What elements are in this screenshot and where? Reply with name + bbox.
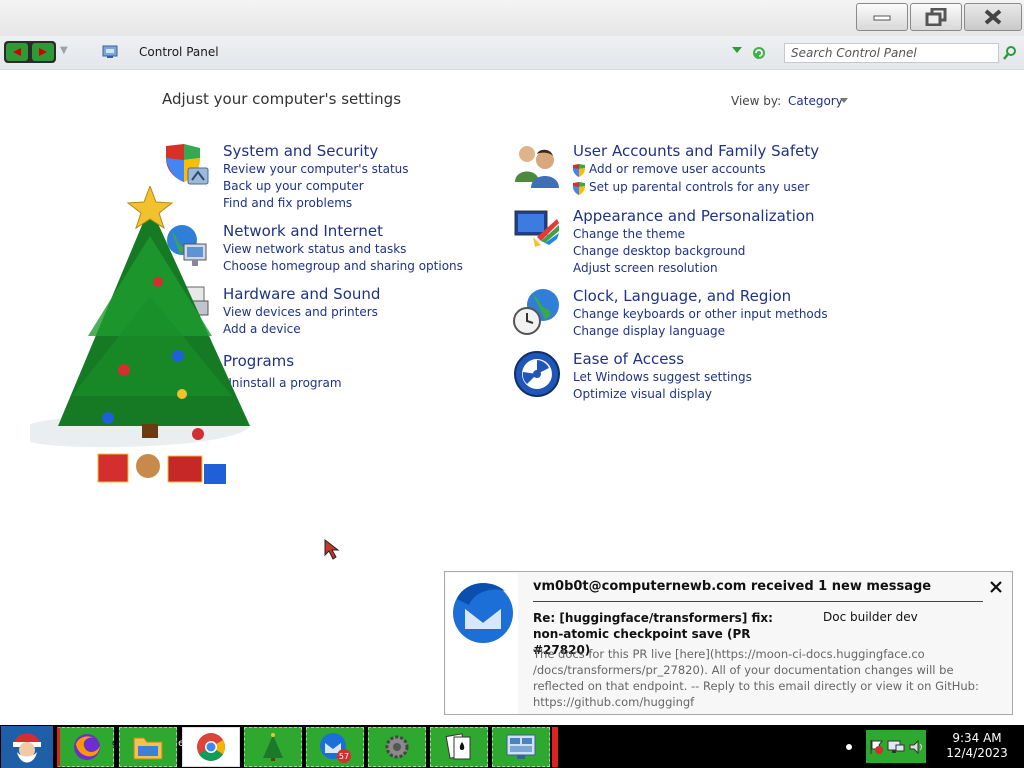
forward-arrow-icon bbox=[39, 48, 47, 56]
shield-icon bbox=[166, 144, 209, 185]
taskbar-settings-gear[interactable] bbox=[368, 727, 426, 767]
category-title-clock-language[interactable]: Clock, Language, and Region bbox=[573, 287, 791, 305]
clock-date: 12/4/2023 bbox=[946, 746, 1008, 760]
clock-time: 9:34 AM bbox=[952, 731, 1002, 745]
mouse-cursor-icon bbox=[324, 539, 340, 560]
link-homegroup[interactable]: Choose homegroup and sharing options bbox=[223, 259, 463, 273]
control-panel-icon bbox=[102, 45, 118, 62]
view-by-dropdown[interactable]: Category bbox=[788, 94, 843, 108]
tray-dot-icon bbox=[846, 744, 852, 750]
network-icon[interactable] bbox=[887, 739, 905, 755]
shield-icon bbox=[573, 164, 585, 177]
folder-icon bbox=[133, 737, 163, 760]
taskbar-chrome[interactable] bbox=[182, 727, 240, 767]
link-desktop-background[interactable]: Change desktop background bbox=[573, 244, 745, 258]
taskbar-partial-label: g bbox=[112, 738, 119, 749]
category-title-appearance[interactable]: Appearance and Personalization bbox=[573, 207, 815, 225]
notification-sender: Doc builder dev bbox=[823, 610, 918, 624]
minimize-icon bbox=[873, 15, 891, 21]
restore-icon bbox=[925, 8, 947, 26]
taskbar-christmas-tree[interactable] bbox=[244, 727, 302, 767]
mail-notification-popup[interactable]: vm0b0t@computernewb.com received 1 new m… bbox=[444, 571, 1013, 715]
link-parental-controls[interactable]: Set up parental controls for any user bbox=[589, 180, 809, 194]
breadcrumb[interactable]: Control Panel bbox=[139, 45, 219, 59]
notification-icon-area bbox=[446, 573, 518, 714]
category-title-system-security[interactable]: System and Security bbox=[223, 142, 378, 160]
minimize-button[interactable] bbox=[856, 3, 908, 31]
christmas-tree-icon bbox=[263, 733, 283, 761]
notification-body: The docs for this PR live [here](https:/… bbox=[533, 647, 979, 709]
title-bar bbox=[0, 0, 1024, 36]
page-title: Adjust your computer's settings bbox=[162, 90, 402, 108]
close-icon bbox=[984, 9, 1002, 25]
nav-buttons bbox=[4, 41, 56, 63]
taskbar-control-panel[interactable] bbox=[492, 727, 550, 767]
search-input[interactable]: Search Control Panel bbox=[784, 43, 999, 63]
action-center-flag-icon[interactable] bbox=[868, 739, 884, 755]
thunderbird-icon: 57 bbox=[320, 733, 351, 763]
users-icon bbox=[515, 146, 559, 188]
clock-globe-icon bbox=[513, 289, 559, 335]
back-arrow-icon bbox=[13, 48, 21, 56]
santa-start-icon bbox=[13, 733, 41, 763]
playing-cards-icon bbox=[445, 733, 471, 760]
refresh-icon bbox=[753, 47, 765, 59]
christmas-tree-decoration-icon bbox=[30, 186, 250, 484]
taskbar-explorer[interactable] bbox=[119, 727, 177, 767]
shield-icon bbox=[573, 182, 585, 195]
link-add-remove-users[interactable]: Add or remove user accounts bbox=[589, 162, 766, 176]
taskbar-edge-marker bbox=[552, 727, 558, 767]
taskbar-solitaire[interactable] bbox=[430, 727, 488, 767]
gear-icon bbox=[385, 735, 409, 759]
start-button[interactable] bbox=[1, 726, 53, 768]
divider bbox=[533, 601, 983, 602]
firefox-icon bbox=[73, 734, 100, 760]
view-by-label: View by: bbox=[731, 94, 782, 108]
search-icon[interactable] bbox=[1003, 45, 1017, 64]
chrome-icon bbox=[197, 733, 225, 761]
close-window-button[interactable] bbox=[964, 3, 1022, 31]
back-button[interactable] bbox=[6, 43, 28, 61]
refresh-button[interactable] bbox=[751, 45, 767, 64]
chevron-down-icon[interactable] bbox=[840, 98, 848, 103]
link-screen-resolution[interactable]: Adjust screen resolution bbox=[573, 261, 718, 275]
system-clock[interactable]: 9:34 AM 12/4/2023 bbox=[942, 731, 1012, 761]
link-review-status[interactable]: Review your computer's status bbox=[223, 162, 409, 176]
volume-icon[interactable] bbox=[908, 739, 924, 755]
taskbar-firefox[interactable] bbox=[57, 727, 114, 767]
taskbar-mail[interactable]: 57 bbox=[306, 727, 364, 767]
restore-button[interactable] bbox=[910, 3, 962, 31]
category-title-ease-of-access[interactable]: Ease of Access bbox=[573, 350, 684, 368]
mail-badge-count: 57 bbox=[339, 752, 349, 761]
link-display-language[interactable]: Change display language bbox=[573, 324, 725, 338]
control-panel-icon bbox=[506, 734, 536, 759]
link-optimize-display[interactable]: Optimize visual display bbox=[573, 387, 712, 401]
link-keyboards[interactable]: Change keyboards or other input methods bbox=[573, 307, 828, 321]
monitor-paint-icon bbox=[514, 210, 559, 247]
notification-title: vm0b0t@computernewb.com received 1 new m… bbox=[533, 579, 932, 594]
link-change-theme[interactable]: Change the theme bbox=[573, 227, 685, 241]
ease-of-access-icon bbox=[514, 351, 560, 397]
close-icon[interactable] bbox=[988, 579, 1004, 595]
recent-pages-chevron-down-icon[interactable]: ▼ bbox=[60, 45, 68, 56]
category-title-user-accounts[interactable]: User Accounts and Family Safety bbox=[573, 142, 819, 160]
link-windows-suggest[interactable]: Let Windows suggest settings bbox=[573, 370, 752, 384]
system-tray[interactable] bbox=[866, 730, 926, 763]
forward-button[interactable] bbox=[32, 43, 54, 61]
thunderbird-icon bbox=[453, 583, 513, 643]
address-history-chevron-down-icon[interactable] bbox=[732, 47, 742, 53]
